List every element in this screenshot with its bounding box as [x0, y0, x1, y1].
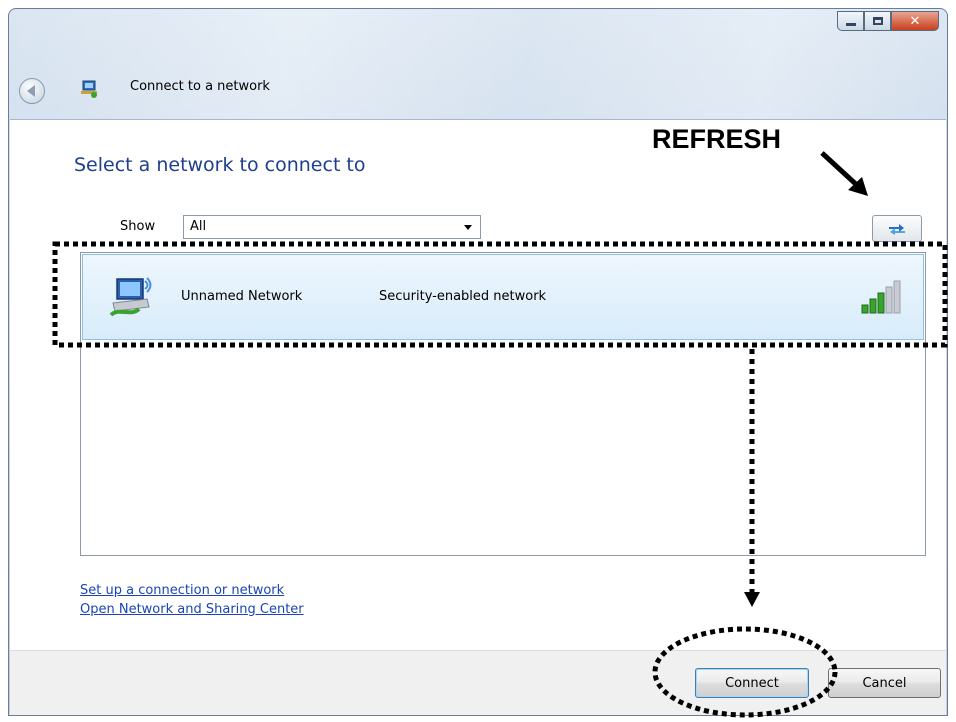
connect-dotted-ellipse	[652, 626, 838, 718]
refresh-pointer-arrow	[820, 151, 868, 196]
selection-dotted-box	[52, 241, 948, 348]
annotation-overlay	[52, 151, 948, 718]
connect-pointer-arrow	[744, 349, 760, 607]
